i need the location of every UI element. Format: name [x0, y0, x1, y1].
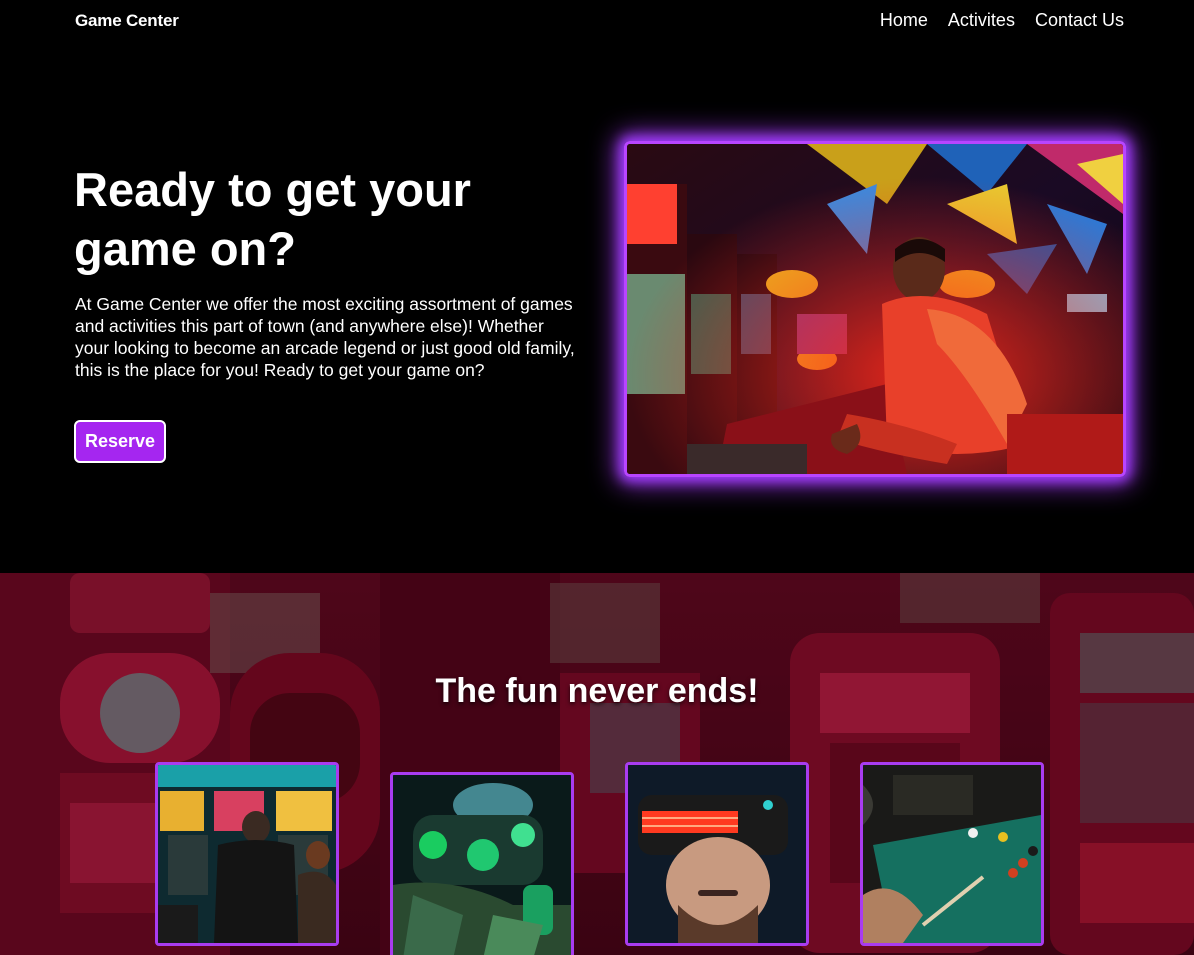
hero-arcade-photo [624, 141, 1126, 477]
pinball-arcade-photo[interactable] [155, 762, 339, 946]
hero-title: Ready to get your game on? [74, 163, 471, 275]
brand-logo-text[interactable]: Game Center [75, 11, 179, 31]
laser-tag-photo[interactable] [390, 772, 574, 955]
nav-link-home[interactable]: Home [880, 10, 928, 31]
billiards-photo[interactable] [860, 762, 1044, 946]
nav-links: Home Activites Contact Us [880, 10, 1124, 31]
nav-link-contact[interactable]: Contact Us [1035, 10, 1124, 31]
hero-description: At Game Center we offer the most excitin… [75, 294, 575, 380]
section-title: The fun never ends! [435, 672, 759, 710]
nav-link-activities[interactable]: Activites [948, 10, 1015, 31]
vr-headset-photo[interactable] [625, 762, 809, 946]
top-navbar: Game Center Home Activites Contact Us [0, 0, 1194, 42]
reserve-button[interactable]: Reserve [74, 420, 166, 463]
activities-section: The fun never ends! [0, 573, 1194, 955]
